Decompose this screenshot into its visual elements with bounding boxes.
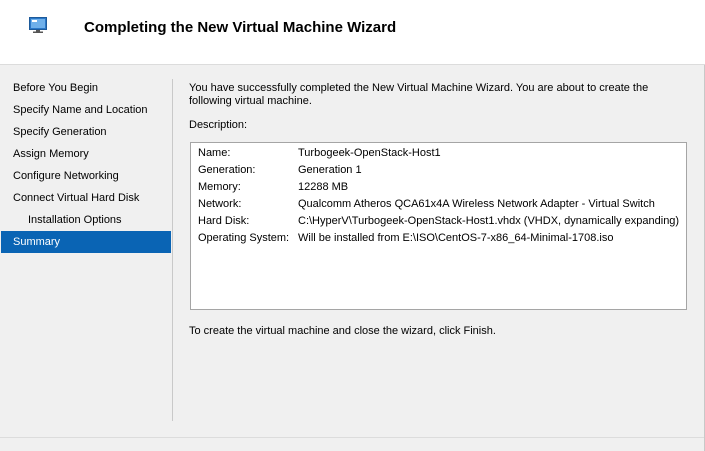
nav-item-before-you-begin[interactable]: Before You Begin — [1, 77, 171, 99]
nav-item-summary[interactable]: Summary — [1, 231, 171, 253]
monitor-icon — [29, 17, 47, 33]
nav-item-specify-name-and-location[interactable]: Specify Name and Location — [1, 99, 171, 121]
page-title: Completing the New Virtual Machine Wizar… — [84, 19, 397, 36]
description-label: Description: — [189, 119, 248, 131]
nav-divider — [172, 79, 173, 421]
intro-text: You have successfully completed the New … — [189, 82, 649, 107]
wizard-body: Before You Begin Specify Name and Locati… — [0, 64, 705, 451]
nav-item-specify-generation[interactable]: Specify Generation — [1, 121, 171, 143]
detail-key: Name: — [198, 147, 231, 159]
detail-value: Turbogeek-OpenStack-Host1 — [298, 147, 441, 159]
nav-item-connect-virtual-hard-disk[interactable]: Connect Virtual Hard Disk — [1, 187, 171, 209]
detail-key: Hard Disk: — [198, 215, 250, 227]
detail-key: Operating System: — [198, 232, 290, 244]
detail-key: Generation: — [198, 164, 256, 176]
detail-key: Network: — [198, 198, 242, 210]
nav-item-assign-memory[interactable]: Assign Memory — [1, 143, 171, 165]
description-box[interactable]: Name: Turbogeek-OpenStack-Host1 Generati… — [190, 142, 687, 310]
detail-value: Qualcomm Atheros QCA61x4A Wireless Netwo… — [298, 198, 655, 210]
wizard-nav: Before You Begin Specify Name and Locati… — [1, 77, 171, 253]
nav-item-configure-networking[interactable]: Configure Networking — [1, 165, 171, 187]
detail-key: Memory: — [198, 181, 241, 193]
nav-item-installation-options[interactable]: Installation Options — [1, 209, 171, 231]
detail-value: Will be installed from E:\ISO\CentOS-7-x… — [298, 232, 614, 244]
wizard-header: Completing the New Virtual Machine Wizar… — [0, 0, 705, 64]
detail-value: C:\HyperV\Turbogeek-OpenStack-Host1.vhdx… — [298, 215, 680, 227]
detail-value: Generation 1 — [298, 164, 362, 176]
finish-instruction: To create the virtual machine and close … — [189, 325, 496, 337]
detail-value: 12288 MB — [298, 181, 349, 193]
footer-separator — [0, 437, 704, 438]
